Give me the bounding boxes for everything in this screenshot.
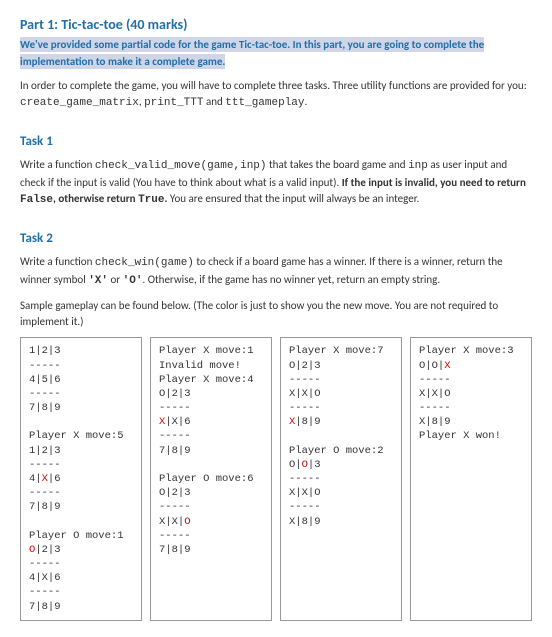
c3-l5: -----	[289, 402, 321, 414]
c1-l19: 7|8|9	[29, 601, 61, 613]
c1-l17: 4|X|6	[29, 572, 61, 584]
gameplay-col-3: Player X move:7 O|2|3 ----- X|X|O ----- …	[280, 337, 402, 620]
c4-l3: -----	[419, 374, 451, 386]
c1-l14: Player O move:1	[29, 530, 124, 542]
c3-l9c: |3	[308, 459, 321, 471]
c2-l8: 7|8|9	[159, 445, 191, 457]
c4-l2b: X	[444, 360, 450, 372]
t2-x: 'X'	[88, 275, 108, 287]
c2-l11: O|2|3	[159, 487, 191, 499]
c1-l1: 1|2|3	[29, 345, 61, 357]
task1-title: Task 1	[20, 134, 532, 149]
c3-l1: Player X move:7	[289, 345, 384, 357]
gameplay-col-2: Player X move:1 Invalid move! Player X m…	[150, 337, 272, 620]
c2-l15: 7|8|9	[159, 544, 191, 556]
intro-end: .	[305, 95, 308, 108]
c2-l3: Player X move:4	[159, 374, 254, 386]
c3-l3: -----	[289, 374, 321, 386]
c2-l7: -----	[159, 430, 191, 442]
c4-l5: -----	[419, 402, 451, 414]
c1-l11: -----	[29, 487, 61, 499]
c1-l18: -----	[29, 586, 61, 598]
t1-code: check_valid_move(game,inp)	[95, 160, 267, 172]
highlight-line-1: We've provided some partial code for the…	[20, 37, 484, 52]
c1-l16: -----	[29, 558, 61, 570]
c3-l12: -----	[289, 501, 321, 513]
c2-l5: -----	[159, 402, 191, 414]
c4-l2a: O|O|	[419, 360, 444, 372]
c2-l2: Invalid move!	[159, 360, 241, 372]
c1-l5: 7|8|9	[29, 402, 61, 414]
c4-l6: X|8|9	[419, 416, 451, 428]
c2-l13b: O	[184, 516, 190, 528]
c1-l4: -----	[29, 388, 61, 400]
c3-l2: O|2|3	[289, 360, 321, 372]
sample-note: Sample gameplay can be found below. (The…	[20, 298, 532, 330]
t1-d: You are ensured that the input will alwa…	[167, 192, 419, 205]
c2-l14: -----	[159, 530, 191, 542]
c2-l6b: |X|6	[165, 416, 190, 428]
c3-l4: X|X|O	[289, 388, 321, 400]
t1-false: False	[20, 194, 53, 206]
c4-l7: Player X won!	[419, 430, 501, 442]
part-title: Part 1: Tic-tac-toe (40 marks)	[20, 16, 532, 33]
c4-l1: Player X move:3	[419, 345, 514, 357]
t1-true: True	[138, 194, 164, 206]
c1-l10a: 4|	[29, 473, 42, 485]
t1-bold2: , otherwise return	[53, 192, 138, 205]
gameplay-col-1: 1|2|3 ----- 4|5|6 ----- 7|8|9 Player X m…	[20, 337, 142, 620]
c3-l13: X|8|9	[289, 516, 321, 528]
t2-code: check_win(game)	[95, 257, 194, 269]
intro-text: In order to complete the game, you will …	[20, 79, 527, 92]
c2-l10: Player O move:6	[159, 473, 254, 485]
highlighted-intro: We've provided some partial code for the…	[20, 37, 532, 70]
c2-l13a: X|X|	[159, 516, 184, 528]
t1-inp: inp	[408, 160, 428, 172]
c1-l2: -----	[29, 360, 61, 372]
func-print: print_TTT	[144, 97, 203, 109]
t2-or: or	[108, 273, 123, 286]
c2-l1: Player X move:1	[159, 345, 254, 357]
c3-l9a: O|	[289, 459, 302, 471]
sep2: and	[203, 95, 225, 108]
c1-l3: 4|5|6	[29, 374, 61, 386]
task1-body: Write a function check_valid_move(game,i…	[20, 157, 532, 209]
t1-a: Write a function	[20, 158, 95, 171]
c4-l4: X|X|O	[419, 388, 451, 400]
gameplay-col-4: Player X move:3 O|O|X ----- X|X|O ----- …	[410, 337, 532, 620]
highlight-line-2: implementation to make it a complete gam…	[20, 54, 225, 69]
c3-l6b: |8|9	[295, 416, 320, 428]
t1-bold1: If the input is invalid, you need to ret…	[342, 176, 526, 189]
task2-title: Task 2	[20, 231, 532, 246]
c1-l12: 7|8|9	[29, 501, 61, 513]
c1-l9: -----	[29, 459, 61, 471]
c3-l8: Player O move:2	[289, 445, 384, 457]
func-create: create_game_matrix	[20, 97, 139, 109]
t2-o: 'O'	[123, 275, 143, 287]
c1-l10c: |6	[48, 473, 61, 485]
c2-l4: O|2|3	[159, 388, 191, 400]
c3-l10: -----	[289, 473, 321, 485]
c1-l8: 1|2|3	[29, 445, 61, 457]
t2-a: Write a function	[20, 255, 95, 268]
gameplay-columns: 1|2|3 ----- 4|5|6 ----- 7|8|9 Player X m…	[20, 337, 532, 620]
c2-l12: -----	[159, 501, 191, 513]
task2-body: Write a function check_win(game) to chec…	[20, 254, 532, 290]
c1-l7: Player X move:5	[29, 430, 124, 442]
c1-l15b: |2|3	[35, 544, 60, 556]
t1-b: that takes the board game and	[267, 158, 409, 171]
func-gameplay: ttt_gameplay	[225, 97, 304, 109]
intro-paragraph: In order to complete the game, you will …	[20, 78, 532, 112]
c3-l11: X|X|O	[289, 487, 321, 499]
t2-c: . Otherwise, if the game has no winner y…	[142, 273, 440, 286]
